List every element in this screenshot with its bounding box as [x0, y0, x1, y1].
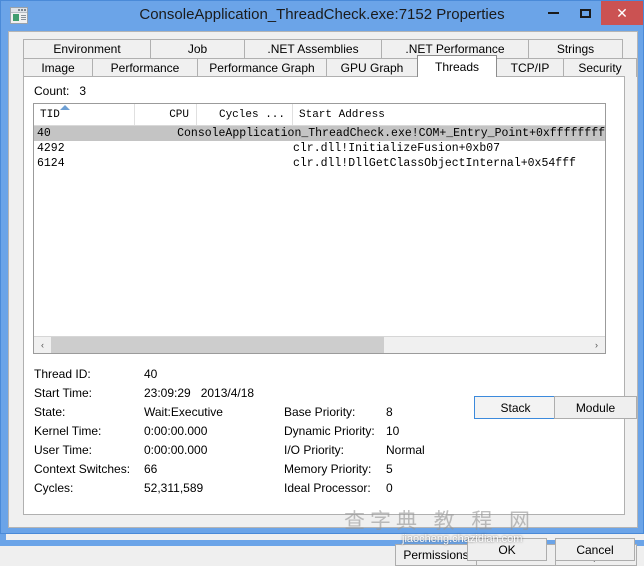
detail-value: 5: [386, 462, 393, 476]
cell-start-address: clr.dll!DllGetClassObjectInternal+0x54ff…: [293, 157, 605, 170]
tab-environment[interactable]: Environment: [23, 39, 151, 58]
detail-label: Base Priority:: [284, 405, 355, 419]
tab-tcp-ip[interactable]: TCP/IP: [496, 58, 564, 77]
detail-label: Kernel Time:: [34, 424, 101, 438]
column-header-cpu-label: CPU: [135, 109, 196, 121]
column-header-cpu[interactable]: CPU: [135, 104, 197, 125]
threads-tab-page: Count: 3 TID CPU Cycles ... Start Ad: [23, 76, 625, 515]
thread-count-label: Count: 3: [34, 84, 86, 98]
table-row[interactable]: 40 ConsoleApplication_ThreadCheck.exe!COM…: [34, 126, 605, 141]
tab-label: Job: [188, 42, 207, 56]
stack-button[interactable]: Stack: [474, 396, 557, 419]
tab-strip-row-2: Image Performance Performance Graph GPU Gra…: [23, 58, 636, 77]
detail-label: Start Time:: [34, 386, 92, 400]
maximize-button[interactable]: [569, 1, 601, 25]
detail-value: 52,311,589: [144, 481, 203, 495]
detail-label: Context Switches:: [34, 462, 130, 476]
detail-value: 8: [386, 405, 393, 419]
tab-label: Threads: [435, 60, 479, 74]
threads-list-header: TID CPU Cycles ... Start Address: [34, 104, 605, 126]
tab-strip-row-1: Environment Job .NET Assemblies .NET Perfor…: [23, 39, 622, 58]
tab-label: Performance Graph: [209, 61, 314, 75]
detail-value: 40: [144, 367, 157, 381]
tab-label: .NET Assemblies: [267, 42, 358, 56]
detail-label: Ideal Processor:: [284, 481, 371, 495]
cell-tid: 4292: [34, 142, 135, 155]
module-button[interactable]: Module: [554, 396, 637, 419]
tab-security[interactable]: Security: [563, 58, 637, 77]
detail-row: Context Switches: 66 Memory Priority: 5: [34, 462, 614, 481]
cell-tid: 40: [34, 127, 91, 140]
cancel-button[interactable]: Cancel: [555, 538, 635, 561]
column-header-start-address[interactable]: Start Address: [293, 104, 605, 125]
detail-row: Kernel Time: 0:00:00.000 Dynamic Priority:…: [34, 424, 614, 443]
tab-performance[interactable]: Performance: [92, 58, 198, 77]
tab-gpu-graph[interactable]: GPU Graph: [326, 58, 418, 77]
tab-label: TCP/IP: [511, 61, 550, 75]
minimize-icon: [548, 12, 559, 14]
table-row[interactable]: 4292 clr.dll!InitializeFusion+0xb07: [34, 141, 605, 156]
detail-value: 0:00:00.000: [144, 424, 207, 438]
column-header-tid-label: TID: [34, 109, 60, 121]
detail-label: User Time:: [34, 443, 92, 457]
properties-window: ConsoleApplication_ThreadCheck.exe:7152 …: [0, 0, 644, 534]
tab-threads[interactable]: Threads: [417, 55, 497, 77]
background-window-accent: [185, 541, 365, 546]
tab-label: .NET Performance: [405, 42, 504, 56]
detail-label: State:: [34, 405, 65, 419]
detail-value: 23:09:29 2013/4/18: [144, 386, 254, 400]
column-header-start-address-label: Start Address: [293, 109, 385, 121]
tab-job[interactable]: Job: [150, 39, 245, 58]
cell-tid: 6124: [34, 157, 135, 170]
tab-strings[interactable]: Strings: [528, 39, 623, 58]
threads-list-rows: 40 ConsoleApplication_ThreadCheck.exe!COM…: [34, 126, 605, 336]
window-controls: ✕: [537, 1, 643, 25]
tab-label: Security: [578, 61, 621, 75]
detail-value: 66: [144, 462, 157, 476]
tab-label: Environment: [53, 42, 120, 56]
title-bar: ConsoleApplication_ThreadCheck.exe:7152 …: [1, 1, 643, 31]
detail-row: Thread ID: 40: [34, 367, 614, 386]
detail-label: Thread ID:: [34, 367, 91, 381]
column-header-tid[interactable]: TID: [34, 104, 135, 125]
detail-label: Memory Priority:: [284, 462, 371, 476]
tab-label: GPU Graph: [341, 61, 404, 75]
ok-button[interactable]: OK: [467, 538, 547, 561]
minimize-button[interactable]: [537, 1, 569, 25]
tab-label: Performance: [111, 61, 180, 75]
column-header-cycles[interactable]: Cycles ...: [197, 104, 293, 125]
detail-row: User Time: 0:00:00.000 I/O Priority: Normal: [34, 443, 614, 462]
permissions-button[interactable]: Permissions: [395, 544, 477, 566]
table-row[interactable]: 6124 clr.dll!DllGetClassObjectInternal+0x…: [34, 156, 605, 171]
cell-start-address: ConsoleApplication_ThreadCheck.exe!COM+_…: [177, 127, 605, 140]
tab-label: Strings: [557, 42, 594, 56]
detail-value: 10: [386, 424, 399, 438]
close-icon: ✕: [616, 5, 628, 22]
threads-list-view[interactable]: TID CPU Cycles ... Start Address 40 Conso…: [33, 103, 606, 354]
cell-start-address: clr.dll!InitializeFusion+0xb07: [293, 142, 605, 155]
scrollbar-track[interactable]: [51, 337, 588, 353]
tab-net-assemblies[interactable]: .NET Assemblies: [244, 39, 382, 58]
tab-performance-graph[interactable]: Performance Graph: [197, 58, 327, 77]
detail-label: Dynamic Priority:: [284, 424, 375, 438]
detail-label: I/O Priority:: [284, 443, 344, 457]
tab-label: Image: [41, 61, 74, 75]
sort-ascending-icon: [60, 105, 70, 110]
tab-image[interactable]: Image: [23, 58, 93, 77]
thread-details-panel: Thread ID: 40 Start Time: 23:09:29 2013/4/1…: [34, 367, 614, 500]
scroll-left-icon[interactable]: ‹: [34, 337, 51, 353]
detail-value: 0:00:00.000: [144, 443, 207, 457]
column-header-cycles-label: Cycles ...: [197, 109, 292, 121]
horizontal-scrollbar[interactable]: ‹ ›: [34, 336, 605, 353]
close-button[interactable]: ✕: [601, 1, 643, 25]
detail-value: Normal: [386, 443, 425, 457]
scrollbar-thumb[interactable]: [51, 337, 384, 353]
maximize-icon: [580, 9, 591, 18]
window-client-area: Environment Job .NET Assemblies .NET Perfor…: [8, 31, 638, 528]
scroll-right-icon[interactable]: ›: [588, 337, 605, 353]
detail-label: Cycles:: [34, 481, 73, 495]
detail-value: 0: [386, 481, 393, 495]
detail-row: Cycles: 52,311,589 Ideal Processor: 0: [34, 481, 614, 500]
detail-value: Wait:Executive: [144, 405, 223, 419]
